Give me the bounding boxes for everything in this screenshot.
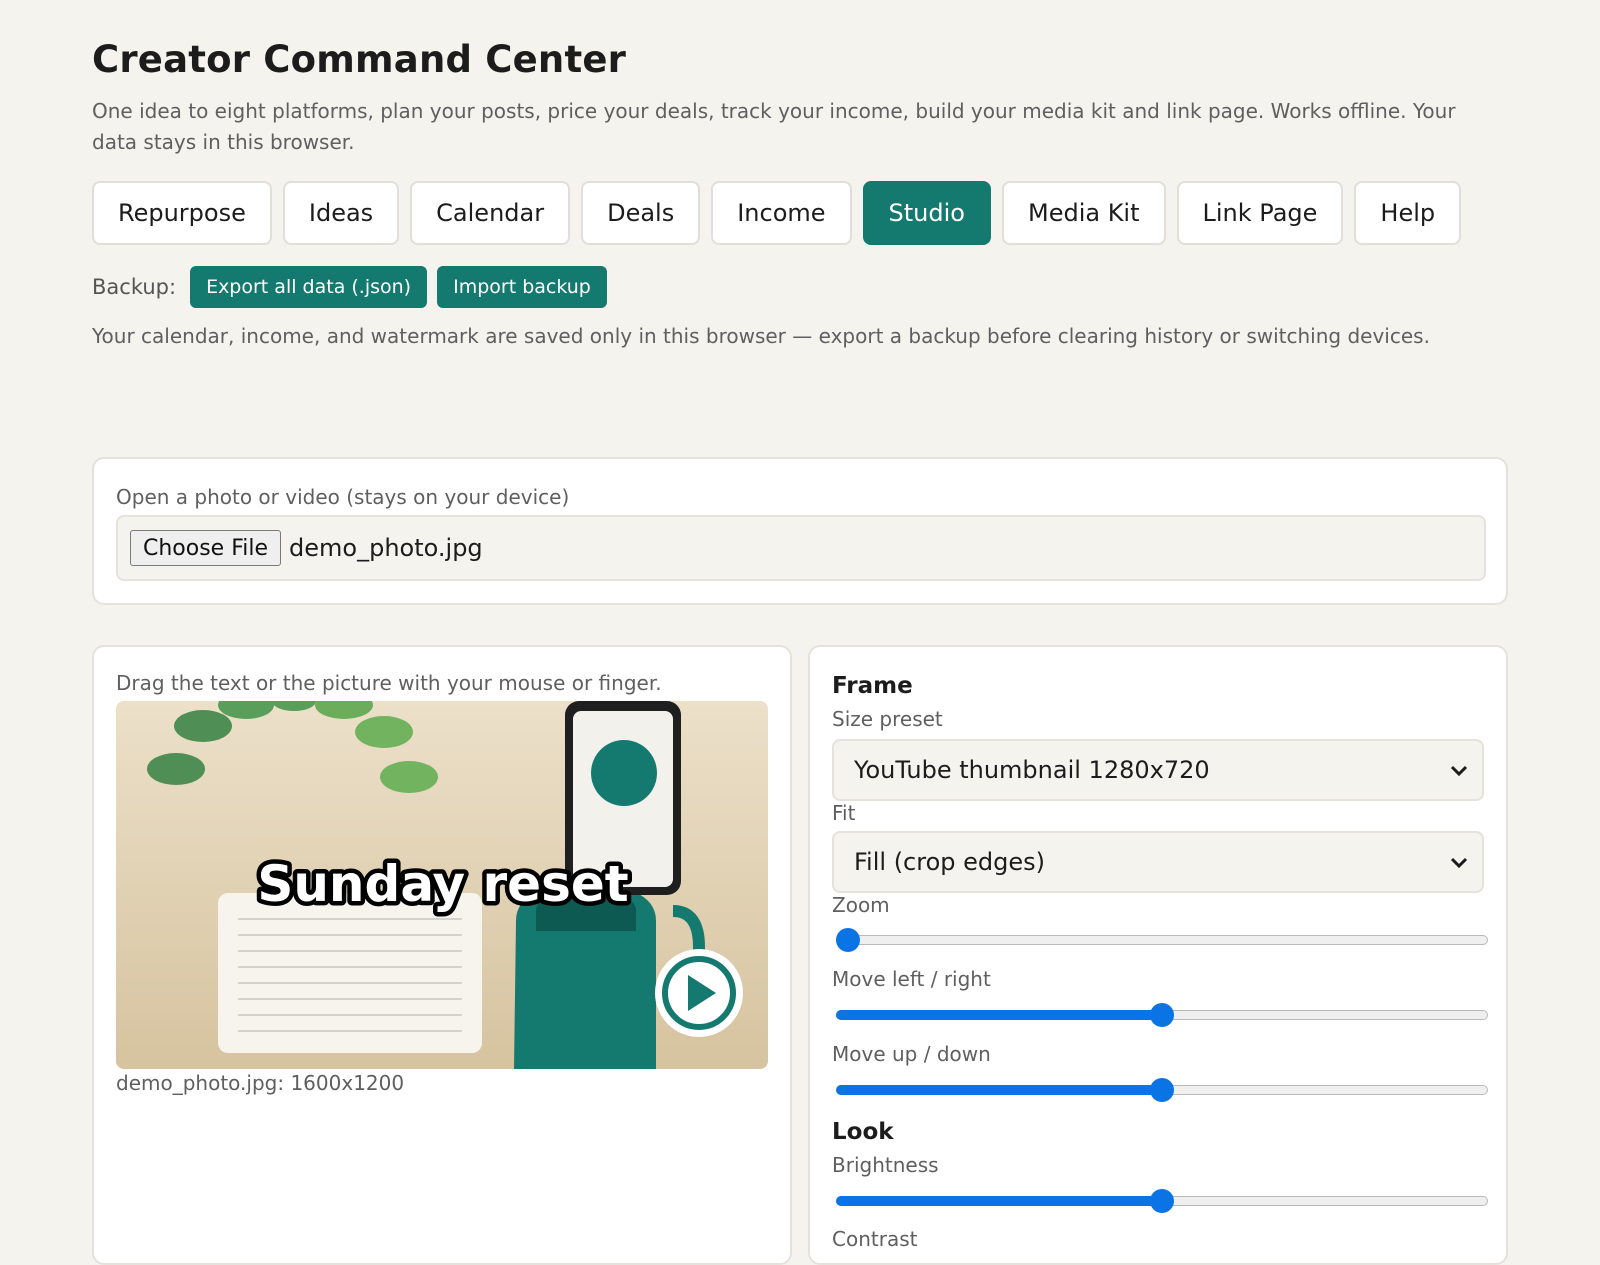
fit-label: Fit [832, 801, 856, 825]
tab-media-kit[interactable]: Media Kit [1001, 181, 1166, 245]
tab-income[interactable]: Income [711, 181, 852, 245]
frame-heading: Frame [832, 673, 913, 699]
play-icon [655, 949, 743, 1037]
fit-select[interactable]: Fill (crop edges) [832, 831, 1484, 893]
preview-caption: demo_photo.jpg: 1600x1200 [116, 1071, 405, 1095]
upload-card: Open a photo or video (stays on your dev… [92, 457, 1508, 605]
chevron-down-icon [1450, 765, 1468, 777]
look-heading: Look [832, 1119, 894, 1145]
brightness-slider[interactable] [836, 1189, 1488, 1213]
tab-ideas[interactable]: Ideas [282, 181, 400, 245]
move-ud-label: Move up / down [832, 1042, 991, 1066]
overlay-text[interactable]: Sunday reset [253, 851, 633, 918]
import-backup-button[interactable]: Import backup [437, 266, 607, 308]
brightness-label: Brightness [832, 1153, 939, 1177]
upload-label: Open a photo or video (stays on your dev… [116, 485, 570, 509]
size-preset-label: Size preset [832, 707, 943, 731]
size-preset-value: YouTube thumbnail 1280x720 [854, 756, 1210, 784]
preview-hint: Drag the text or the picture with your m… [116, 671, 662, 695]
tab-repurpose[interactable]: Repurpose [92, 181, 272, 245]
page-subtitle: One idea to eight platforms, plan your p… [92, 99, 1456, 154]
fit-value: Fill (crop edges) [854, 848, 1046, 876]
tab-link-page[interactable]: Link Page [1176, 181, 1344, 245]
move-left-right-thumb[interactable] [1150, 1003, 1174, 1027]
preview-card: Drag the text or the picture with your m… [92, 645, 792, 1265]
backup-note: Your calendar, income, and watermark are… [92, 324, 1430, 348]
move-up-down-slider[interactable] [836, 1078, 1488, 1102]
preview-canvas[interactable]: Sunday reset [116, 701, 768, 1069]
move-left-right-slider[interactable] [836, 1003, 1488, 1027]
brightness-slider-thumb[interactable] [1150, 1189, 1174, 1213]
zoom-label: Zoom [832, 893, 890, 917]
zoom-slider-thumb[interactable] [836, 928, 860, 952]
size-preset-select[interactable]: YouTube thumbnail 1280x720 [832, 739, 1484, 801]
backup-label: Backup: [92, 275, 177, 299]
tab-calendar[interactable]: Calendar [410, 181, 571, 245]
contrast-label: Contrast [832, 1227, 918, 1251]
main-tabs: Repurpose Ideas Calendar Deals Income St… [92, 181, 1462, 245]
choose-file-button[interactable]: Choose File [130, 530, 282, 566]
notebook [218, 893, 482, 1053]
backup-row: Backup: Export all data (.json) Import b… [92, 266, 607, 308]
file-name: demo_photo.jpg [289, 534, 483, 562]
move-lr-label: Move left / right [832, 967, 991, 991]
chevron-down-icon [1450, 857, 1468, 869]
tab-studio[interactable]: Studio [862, 181, 991, 245]
file-input[interactable]: Choose File demo_photo.jpg [116, 515, 1486, 581]
export-data-button[interactable]: Export all data (.json) [190, 266, 428, 308]
tab-help[interactable]: Help [1354, 181, 1462, 245]
tab-deals[interactable]: Deals [581, 181, 701, 245]
move-up-down-thumb[interactable] [1150, 1078, 1174, 1102]
controls-card: Frame Size preset YouTube thumbnail 1280… [808, 645, 1508, 1265]
zoom-slider[interactable] [836, 928, 1488, 952]
preview-image[interactable]: Sunday reset [116, 701, 768, 1069]
page-title: Creator Command Center [92, 38, 627, 81]
